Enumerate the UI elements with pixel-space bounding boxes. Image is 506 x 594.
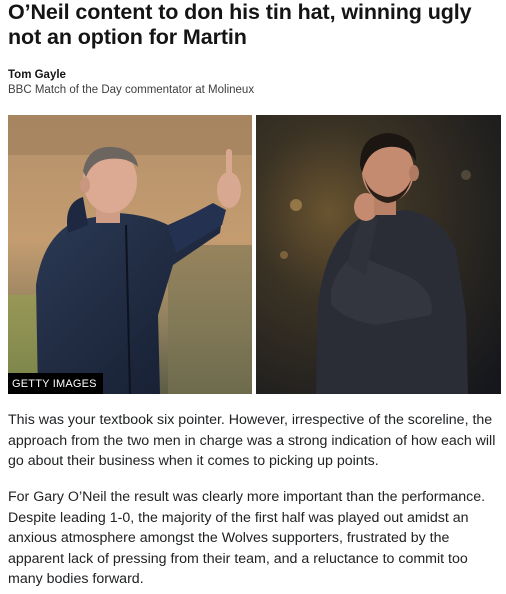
photo-gary-oneil: [8, 115, 252, 394]
article-headline: O’Neil content to don his tin hat, winni…: [8, 0, 472, 49]
photo-russell-martin: [256, 115, 501, 394]
article-paragraph: This was your textbook six pointer. Howe…: [8, 412, 496, 469]
image-credit: GETTY IMAGES: [8, 373, 103, 394]
article-container: O’Neil content to don his tin hat, winni…: [0, 0, 506, 594]
author-role: BBC Match of the Day commentator at Moli…: [8, 84, 255, 96]
article-image: GETTY IMAGES: [8, 115, 501, 394]
article-paragraph: For Gary O’Neil the result was clearly m…: [8, 489, 486, 587]
author-name: Tom Gayle: [8, 69, 66, 81]
